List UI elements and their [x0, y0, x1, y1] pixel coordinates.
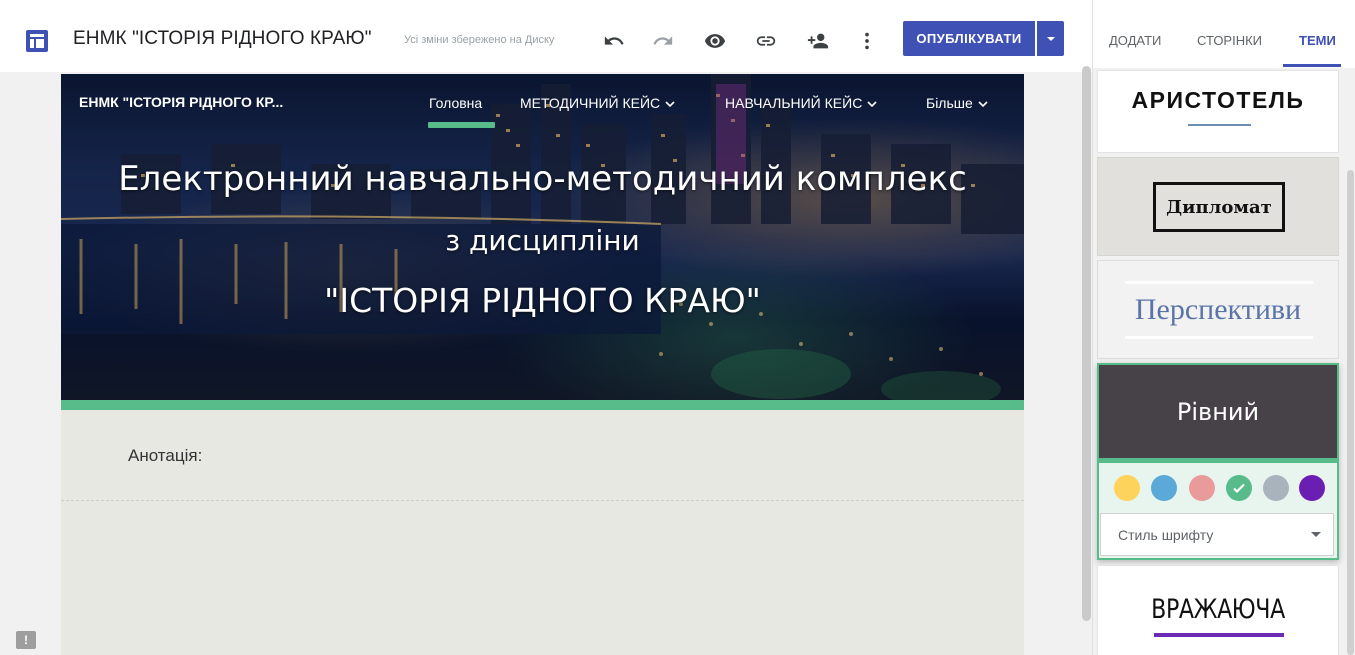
theme-preview: Рівний	[1099, 365, 1337, 458]
more-vertical-icon[interactable]	[854, 28, 880, 54]
publish-button[interactable]: ОПУБЛІКУВАТИ	[903, 21, 1035, 56]
nav-item-methodical-case[interactable]: МЕТОДИЧНИЙ КЕЙС	[520, 95, 675, 111]
theme-card-aristotel[interactable]: АРИСТОТЕЛЬ	[1097, 70, 1339, 153]
font-style-select[interactable]: Стиль шрифту	[1100, 513, 1334, 556]
link-icon[interactable]	[753, 28, 779, 54]
color-swatch-blue[interactable]	[1151, 475, 1177, 501]
theme-card-perspektyvy[interactable]: Перспективи	[1097, 260, 1339, 359]
theme-accent-line	[1099, 458, 1337, 463]
top-toolbar: ЕНМК "ІСТОРІЯ РІДНОГО КРАЮ" Усі зміни зб…	[0, 0, 1092, 72]
theme-name: Рівний	[1176, 398, 1260, 426]
theme-name: Перспективи	[1134, 293, 1302, 326]
tab-insert[interactable]: ДОДАТИ	[1109, 33, 1161, 48]
nav-item-label: Більше	[926, 95, 973, 111]
preview-eye-icon[interactable]	[702, 28, 728, 54]
nav-item-label: Головна	[429, 95, 483, 111]
site-title[interactable]: ЕНМК "ІСТОРІЯ РІДНОГО КРАЮ"	[73, 28, 372, 50]
checkmark-icon	[1233, 483, 1245, 494]
color-swatch-green-selected[interactable]	[1226, 475, 1252, 501]
hero-title-line-3[interactable]: "ІСТОРІЯ РІДНОГО КРАЮ"	[61, 281, 1024, 320]
google-sites-editor: ЕНМК "ІСТОРІЯ РІДНОГО КРАЮ" Усі зміни зб…	[0, 0, 1355, 655]
chevron-down-icon	[867, 101, 877, 108]
publish-options-button[interactable]	[1037, 21, 1064, 56]
theme-card-vrazhaiucha[interactable]: ВРАЖАЮЧА	[1097, 565, 1339, 655]
section-divider	[61, 500, 1024, 501]
annotation-label[interactable]: Анотація:	[128, 446, 202, 466]
active-tab-indicator	[1283, 64, 1341, 67]
site-name[interactable]: ЕНМК "ІСТОРІЯ РІДНОГО КР...	[79, 94, 283, 110]
theme-accent-line	[1154, 633, 1284, 637]
nav-item-home[interactable]: Головна	[429, 95, 482, 111]
tab-pages[interactable]: СТОРІНКИ	[1197, 33, 1262, 48]
theme-name: Дипломат	[1153, 182, 1285, 232]
nav-item-learning-case[interactable]: НАВЧАЛЬНИЙ КЕЙС	[725, 95, 877, 111]
save-status: Усі зміни збережено на Диску	[404, 34, 555, 46]
feedback-icon[interactable]: !	[16, 631, 36, 649]
dropdown-arrow-icon	[1311, 532, 1321, 537]
color-swatch-gray[interactable]	[1263, 475, 1289, 501]
hero-accent-bar	[61, 400, 1024, 410]
color-swatch-yellow[interactable]	[1114, 475, 1140, 501]
sites-logo-icon[interactable]	[26, 30, 48, 52]
share-person-add-icon[interactable]	[805, 28, 831, 54]
theme-accent-line	[1125, 336, 1313, 339]
nav-active-indicator	[428, 122, 495, 128]
hero-title-line-1[interactable]: Електронний навчально-методичний комплек…	[61, 159, 1024, 199]
theme-accent-line	[1125, 281, 1313, 284]
nav-item-label: МЕТОДИЧНИЙ КЕЙС	[520, 95, 661, 111]
undo-icon[interactable]	[601, 28, 627, 54]
theme-card-rivnyi-selected[interactable]: Рівний Стиль шрифту	[1097, 363, 1339, 560]
themes-scrollbar[interactable]	[1347, 170, 1354, 655]
font-style-select-label: Стиль шрифту	[1118, 527, 1214, 543]
site-preview: ЕНМК "ІСТОРІЯ РІДНОГО КР... Головна МЕТО…	[61, 74, 1024, 655]
color-swatch-purple[interactable]	[1299, 475, 1325, 501]
side-panel: ДОДАТИ СТОРІНКИ ТЕМИ АРИСТОТЕЛЬ Дипломат…	[1092, 0, 1355, 655]
nav-item-label: НАВЧАЛЬНИЙ КЕЙС	[725, 95, 863, 111]
tab-themes[interactable]: ТЕМИ	[1299, 33, 1336, 48]
hero-header[interactable]: ЕНМК "ІСТОРІЯ РІДНОГО КР... Головна МЕТО…	[61, 74, 1024, 402]
color-swatch-pink[interactable]	[1189, 475, 1215, 501]
content-section[interactable]: Анотація:	[61, 410, 1024, 655]
theme-card-diplomat[interactable]: Дипломат	[1097, 157, 1339, 256]
theme-name: ВРАЖАЮЧА	[1151, 594, 1285, 625]
theme-name: АРИСТОТЕЛЬ	[1131, 87, 1305, 113]
dropdown-arrow-icon	[1046, 36, 1055, 41]
theme-accent-line	[1188, 124, 1251, 126]
chevron-down-icon	[665, 101, 675, 108]
chevron-down-icon	[978, 101, 988, 108]
redo-icon[interactable]	[650, 28, 676, 54]
canvas-scrollbar[interactable]	[1082, 66, 1091, 621]
nav-item-more[interactable]: Більше	[926, 95, 988, 111]
hero-title-line-2[interactable]: з дисципліни	[61, 224, 1024, 257]
